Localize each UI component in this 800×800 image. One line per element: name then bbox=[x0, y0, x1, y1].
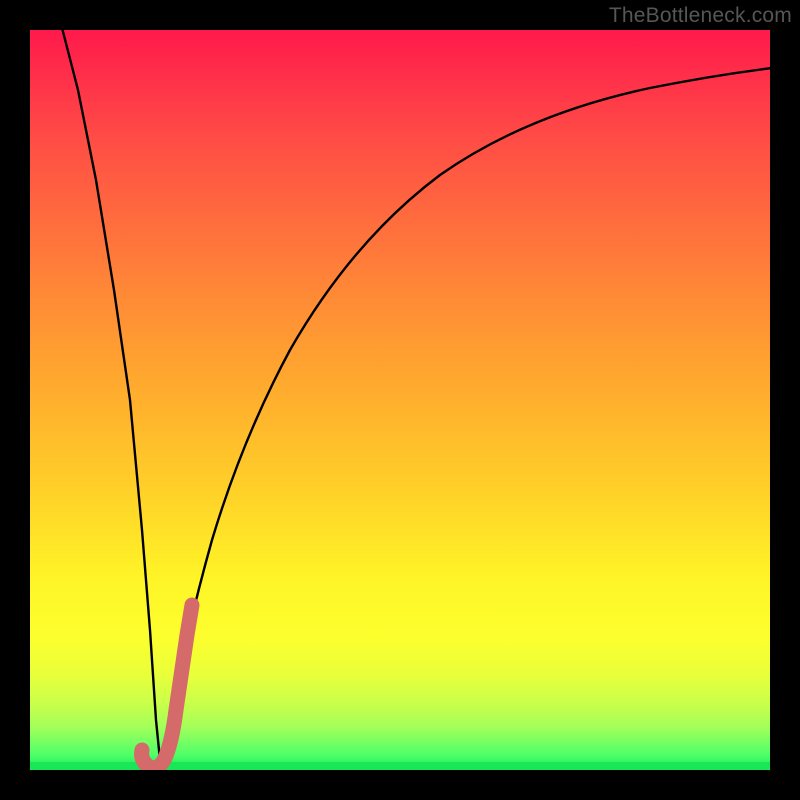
chart-frame: TheBottleneck.com bbox=[0, 0, 800, 800]
plot-area bbox=[30, 30, 770, 770]
bottleneck-curve bbox=[30, 30, 770, 770]
curve-right-branch bbox=[160, 68, 770, 760]
curve-left-branch bbox=[60, 30, 160, 760]
watermark-text: TheBottleneck.com bbox=[609, 4, 792, 28]
